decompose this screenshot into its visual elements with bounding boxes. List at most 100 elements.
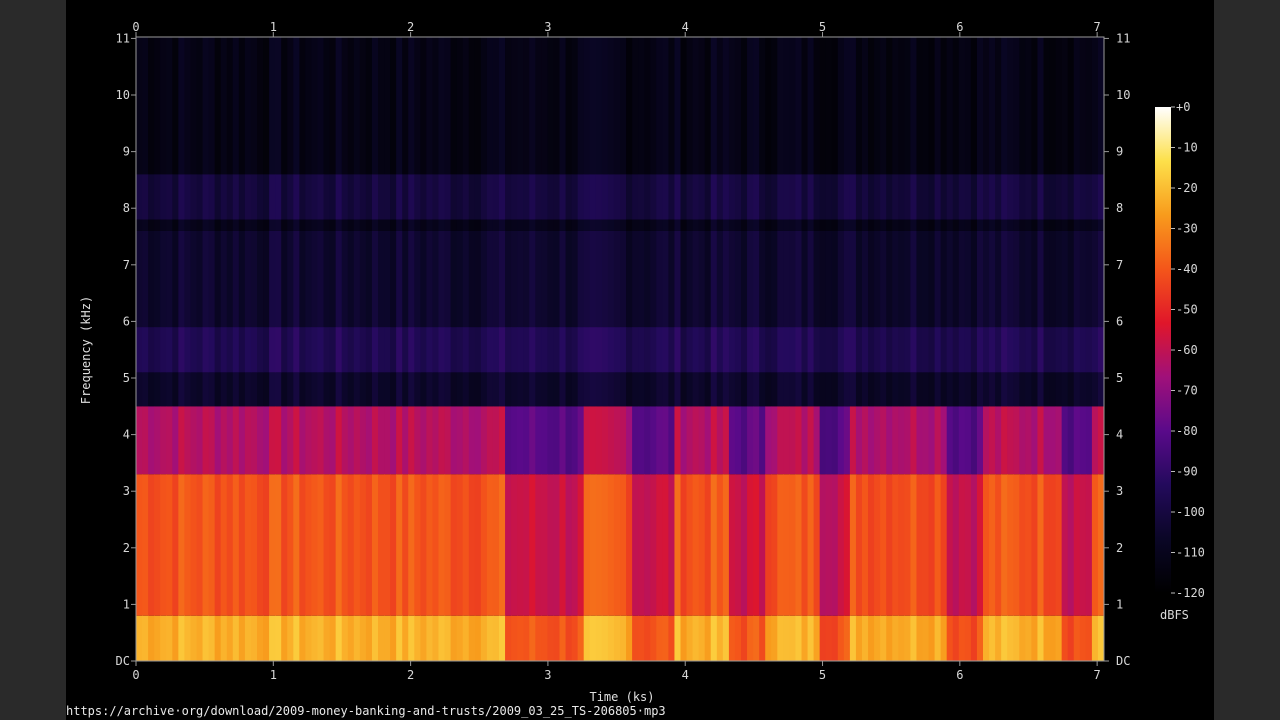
- spectrogram-cell: [795, 615, 803, 661]
- spectrogram-cell: [311, 37, 319, 175]
- spectrogram-cell: [499, 406, 506, 475]
- spectrogram-cell: [976, 174, 984, 220]
- spectrogram-cell: [1031, 327, 1039, 373]
- spectrogram-cell: [952, 37, 960, 175]
- spectrogram-cell: [789, 219, 797, 231]
- spectrogram-cell: [716, 372, 724, 407]
- spectrogram-cell: [529, 230, 536, 328]
- spectrogram-cell: [172, 37, 179, 175]
- spectrogram-cell: [178, 474, 185, 616]
- spectrogram-cell: [589, 474, 597, 616]
- spectrogram-cell: [384, 327, 391, 373]
- spectrogram-cell: [880, 219, 887, 231]
- spectrogram-cell: [414, 174, 421, 220]
- spectrogram-cell: [964, 230, 972, 328]
- spectrogram-cell: [1013, 37, 1020, 175]
- spectrogram-cell: [511, 615, 518, 661]
- spectrogram-cell: [384, 219, 391, 231]
- spectrogram-cell: [1085, 174, 1093, 220]
- spectrogram-cell: [1073, 372, 1081, 407]
- spectrogram-cell: [843, 230, 851, 328]
- spectrogram-cell: [704, 37, 712, 175]
- spectrogram-cell: [777, 615, 784, 661]
- spectrogram-cell: [378, 406, 385, 475]
- spectrogram-cell: [1001, 174, 1008, 220]
- spectrogram-cell: [420, 219, 427, 231]
- spectrogram-cell: [626, 327, 633, 373]
- spectrogram-cell: [474, 406, 482, 475]
- spectrogram-cell: [359, 219, 367, 231]
- spectrogram-cell: [662, 37, 669, 175]
- spectrogram-cell: [384, 406, 391, 475]
- spectrogram-cell: [232, 219, 240, 231]
- spectrogram-cell: [819, 372, 827, 407]
- spectrogram-cell: [1067, 219, 1075, 231]
- spectrogram-cell: [1007, 406, 1014, 475]
- spectrogram-cell: [226, 372, 234, 407]
- spectrogram-cell: [650, 174, 657, 220]
- spectrogram-cell: [438, 219, 446, 231]
- spectrogram-cell: [940, 37, 948, 175]
- spectrogram-cell: [517, 174, 524, 220]
- spectrogram-cell: [281, 219, 288, 231]
- spectrogram-cell: [1073, 230, 1081, 328]
- spectrogram-cell: [226, 406, 234, 475]
- spectrogram-cell: [626, 372, 633, 407]
- spectrogram-cell: [511, 406, 518, 475]
- spectrogram-cell: [329, 174, 337, 220]
- spectrogram-cell: [874, 372, 881, 407]
- spectrogram-cell: [1031, 37, 1039, 175]
- spectrogram-cell: [553, 230, 561, 328]
- spectrogram-cell: [269, 615, 276, 661]
- colorbar-tick-label: -30: [1176, 222, 1198, 236]
- spectrogram-cell: [511, 37, 518, 175]
- spectrogram-cell: [783, 372, 790, 407]
- spectrogram-cell: [1001, 474, 1008, 616]
- spectrogram-cell: [668, 327, 676, 373]
- spectrogram-cell: [825, 615, 833, 661]
- spectrogram-cell: [650, 230, 657, 328]
- spectrogram-cell: [353, 37, 361, 175]
- spectrogram-cell: [275, 230, 282, 328]
- spectrogram-cell: [916, 37, 924, 175]
- spectrogram-cell: [517, 372, 524, 407]
- spectrogram-cell: [1067, 327, 1075, 373]
- spectrogram-cell: [728, 615, 736, 661]
- spectrogram-cell: [825, 37, 833, 175]
- spectrogram-cell: [958, 372, 966, 407]
- spectrogram-cell: [613, 474, 621, 616]
- spectrogram-cell: [656, 474, 663, 616]
- spectrogram-cell: [492, 219, 500, 231]
- spectrogram-cell: [747, 219, 754, 231]
- spectrogram-cell: [898, 219, 905, 231]
- y-tick-label: 7: [123, 258, 130, 272]
- spectrogram-cell: [359, 406, 367, 475]
- spectrogram-cell: [1043, 474, 1051, 616]
- spectrogram-cell: [396, 327, 403, 373]
- spectrogram-cell: [940, 372, 948, 407]
- spectrogram-cell: [934, 406, 942, 475]
- spectrogram-cell: [1013, 174, 1020, 220]
- spectrogram-cell: [747, 615, 754, 661]
- spectrogram-cell: [559, 474, 567, 616]
- spectrogram-cell: [855, 474, 863, 616]
- spectrogram-cell: [371, 372, 379, 407]
- spectrogram-cell: [317, 615, 325, 661]
- spectrogram-cell: [474, 327, 482, 373]
- spectrogram-cell: [801, 474, 809, 616]
- spectrogram-cell: [734, 37, 742, 175]
- spectrogram-cell: [541, 230, 548, 328]
- spectrogram-cell: [995, 230, 1002, 328]
- spectrogram-cell: [541, 615, 548, 661]
- spectrogram-cell: [305, 174, 313, 220]
- spectrogram-cell: [420, 372, 427, 407]
- spectrogram-cell: [989, 372, 996, 407]
- spectrogram-cell: [347, 37, 355, 175]
- spectrogram-cell: [378, 230, 385, 328]
- spectrogram-cell: [831, 327, 839, 373]
- spectrogram-cell: [329, 474, 337, 616]
- spectrogram-cell: [299, 406, 306, 475]
- spectrogram-cell: [958, 219, 966, 231]
- spectrogram-cell: [359, 230, 367, 328]
- spectrogram-cell: [1067, 474, 1075, 616]
